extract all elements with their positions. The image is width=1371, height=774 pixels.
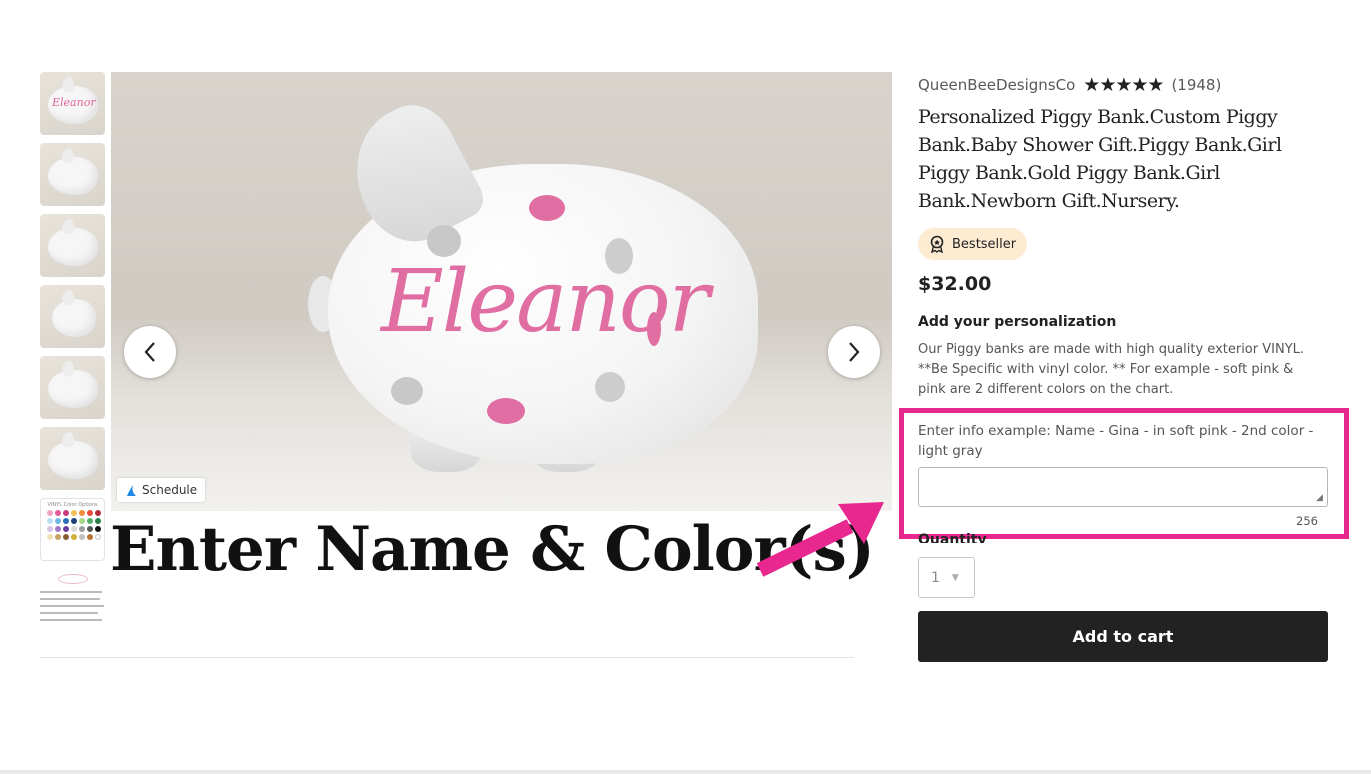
color-swatch-grid (47, 510, 101, 540)
thumbnail-color-chart[interactable]: VINYL Color Options (40, 498, 105, 561)
shop-rating-row: QueenBeeDesignsCo ★★★★★ (1948) (918, 74, 1221, 96)
quantity-select[interactable]: 1 ▼ (918, 557, 975, 598)
annotation-arrow-icon (756, 502, 884, 577)
quantity-value: 1 (931, 569, 940, 586)
personalization-input[interactable] (918, 467, 1328, 507)
chevron-left-icon (144, 342, 155, 362)
badge-label: Bestseller (952, 236, 1017, 252)
next-image-button[interactable] (828, 326, 880, 378)
content-divider (40, 657, 854, 658)
schedule-button[interactable]: Schedule (117, 478, 206, 502)
piggy-bank-name-text: Eleanor (381, 252, 710, 352)
color-chart-title: VINYL Color Options (47, 502, 98, 508)
personalization-description: Our Piggy banks are made with high quali… (918, 342, 1305, 397)
schedule-label: Schedule (142, 483, 198, 497)
page-bottom-border (0, 770, 1371, 774)
add-to-cart-button[interactable]: Add to cart (918, 611, 1328, 662)
thumbnail-6[interactable] (40, 427, 105, 490)
caret-down-icon: ▼ (951, 572, 959, 583)
review-count[interactable]: (1948) (1171, 76, 1221, 94)
thumbnail-info-text[interactable] (40, 569, 105, 632)
previous-image-button[interactable] (124, 326, 176, 378)
price: $32.00 (918, 273, 992, 295)
chevron-right-icon (849, 342, 860, 362)
bestseller-badge: Bestseller (918, 228, 1028, 260)
quantity-label: Quantity (918, 533, 987, 543)
thumbnail-4[interactable] (40, 285, 105, 348)
award-ribbon-icon (930, 235, 944, 253)
thumbnail-5[interactable] (40, 356, 105, 419)
personalization-field-label: Enter info example: Name - Gina - in sof… (918, 423, 1314, 459)
schedule-icon (127, 484, 136, 496)
rating-stars-icon: ★★★★★ (1083, 74, 1164, 96)
thumbnail-2[interactable] (40, 143, 105, 206)
personalization-heading: Add your personalization (918, 314, 1117, 330)
character-count: 256 (1296, 514, 1318, 528)
shop-name-link[interactable]: QueenBeeDesignsCo (918, 76, 1075, 94)
thumbnail-3[interactable] (40, 214, 105, 277)
resize-grip-icon[interactable]: ◢ (1316, 493, 1326, 503)
thumbnail-1[interactable]: Eleanor (40, 72, 105, 135)
main-product-image[interactable]: Eleanor (111, 72, 892, 511)
listing-title: Personalized Piggy Bank.Custom Piggy Ban… (918, 106, 1282, 212)
thumbnail-name-text: Eleanor (52, 96, 96, 109)
